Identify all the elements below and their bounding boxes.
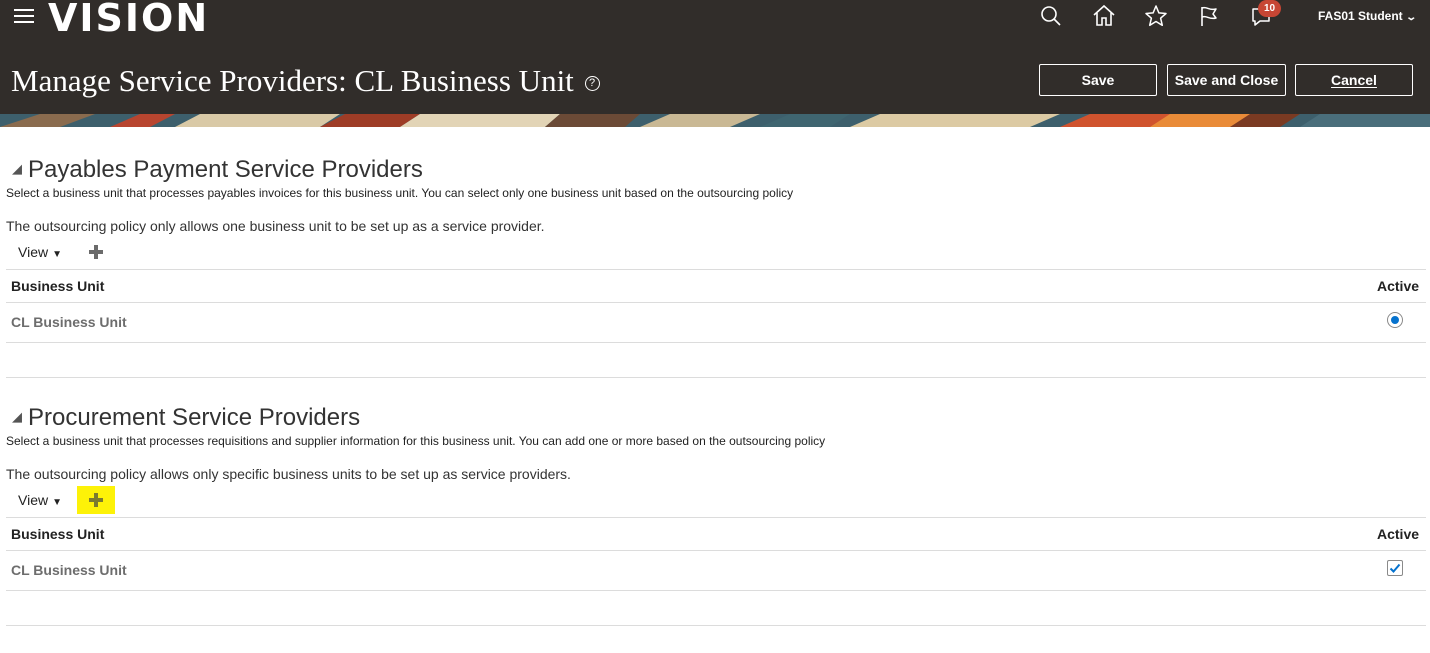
- column-header-business-unit[interactable]: Business Unit: [11, 278, 104, 294]
- save-button[interactable]: Save: [1039, 64, 1157, 96]
- help-icon[interactable]: ?: [584, 76, 600, 92]
- cancel-button[interactable]: Cancel: [1295, 64, 1413, 96]
- save-and-close-button[interactable]: Save and Close: [1167, 64, 1286, 96]
- collapse-triangle-icon[interactable]: ◢: [12, 409, 22, 425]
- payables-policy-text: The outsourcing policy only allows one b…: [6, 218, 545, 234]
- payables-section-header: ◢ Payables Payment Service Providers: [12, 156, 423, 184]
- table-bottom-border: [6, 590, 1426, 591]
- collapse-triangle-icon[interactable]: ◢: [12, 161, 22, 177]
- procurement-section-header: ◢ Procurement Service Providers: [12, 404, 360, 432]
- view-menu-label: View: [18, 244, 49, 260]
- payables-description: Select a business unit that processes pa…: [6, 186, 794, 200]
- table-top-border: [6, 269, 1426, 270]
- view-menu-label: View: [18, 492, 49, 508]
- payables-section-title: Payables Payment Service Providers: [28, 156, 423, 183]
- table-bottom-border: [6, 342, 1426, 343]
- section-divider: [6, 625, 1426, 626]
- user-name: FAS01 Student: [1318, 9, 1403, 23]
- procurement-section-title: Procurement Service Providers: [28, 404, 361, 431]
- decorative-banner: [0, 114, 1430, 127]
- search-icon[interactable]: [1038, 3, 1064, 29]
- procurement-active-checkbox[interactable]: [1387, 560, 1403, 576]
- menu-icon[interactable]: [14, 9, 34, 25]
- flag-icon[interactable]: [1196, 3, 1222, 29]
- star-icon[interactable]: [1143, 3, 1169, 29]
- column-header-active[interactable]: Active: [1377, 526, 1419, 542]
- dropdown-caret-icon: ▼: [52, 249, 62, 260]
- section-divider: [6, 377, 1426, 378]
- payables-view-menu[interactable]: View ▼: [18, 244, 62, 260]
- table-header-divider: [6, 550, 1426, 551]
- procurement-row-business-unit[interactable]: CL Business Unit: [11, 562, 127, 578]
- payables-active-radio[interactable]: [1387, 312, 1403, 328]
- home-icon[interactable]: [1091, 3, 1117, 29]
- page-title: Manage Service Providers: CL Business Un…: [11, 63, 600, 99]
- column-header-active[interactable]: Active: [1377, 278, 1419, 294]
- notification-count-badge: 10: [1258, 0, 1281, 17]
- procurement-add-button[interactable]: [77, 486, 115, 514]
- user-menu[interactable]: FAS01 Student ⌄: [1318, 9, 1417, 23]
- payables-row-business-unit[interactable]: CL Business Unit: [11, 314, 127, 330]
- dropdown-caret-icon: ▼: [52, 497, 62, 508]
- payables-add-button[interactable]: [77, 238, 115, 266]
- table-header-divider: [6, 302, 1426, 303]
- chevron-down-icon: ⌄: [1405, 12, 1417, 23]
- procurement-policy-text: The outsourcing policy allows only speci…: [6, 466, 571, 482]
- page-title-text: Manage Service Providers: CL Business Un…: [11, 63, 574, 98]
- global-header: VISION 10 FAS01 Student ⌄ Manage Service …: [0, 0, 1430, 114]
- table-top-border: [6, 517, 1426, 518]
- vision-logo[interactable]: VISION: [48, 0, 209, 40]
- column-header-business-unit[interactable]: Business Unit: [11, 526, 104, 542]
- procurement-view-menu[interactable]: View ▼: [18, 492, 62, 508]
- procurement-description: Select a business unit that processes re…: [6, 434, 826, 448]
